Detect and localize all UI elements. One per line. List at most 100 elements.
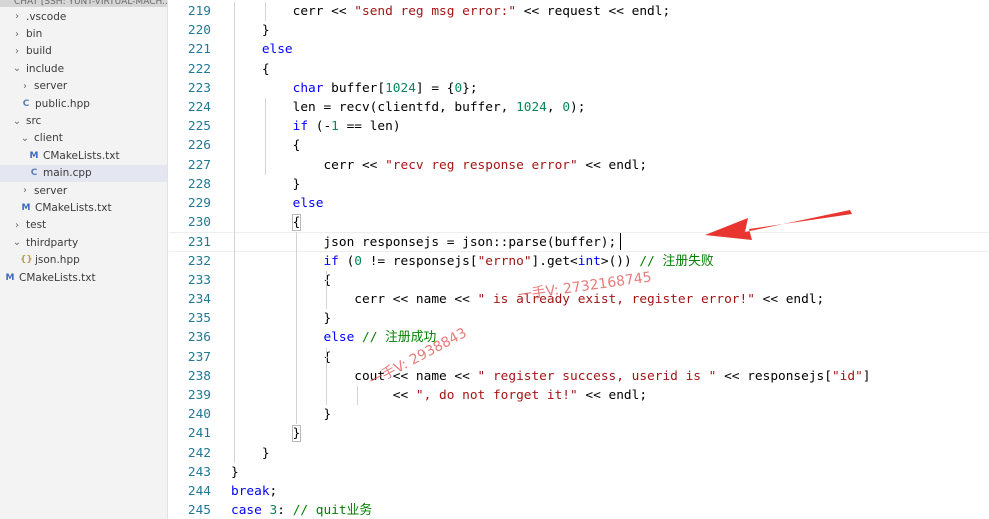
code-line[interactable]: 227 cerr << "recv reg response error" <<… [169, 156, 989, 175]
code-token: { [231, 215, 301, 231]
code-token: len = recv(clientfd, buffer, [231, 100, 517, 115]
code-token: } [231, 407, 332, 423]
tree-folder[interactable]: › server [0, 182, 167, 199]
line-number: 242 [187, 445, 211, 461]
code-token: 1024 [385, 80, 416, 96]
chevron-right-icon[interactable]: › [12, 220, 22, 231]
line-number: 234 [187, 292, 211, 307]
cmake-file-icon: M [21, 203, 31, 214]
tree-file[interactable]: M CMakeLists.txt [0, 199, 167, 216]
code-token: , [546, 100, 563, 115]
line-number: 235 [187, 311, 211, 327]
indent-guide [357, 386, 359, 406]
code-line[interactable]: 236 else // 注册成功 [169, 328, 989, 347]
line-number: 223 [187, 80, 211, 96]
line-number: 240 [187, 407, 211, 423]
code-line[interactable]: 238 cout << name << " register success, … [169, 367, 989, 386]
code-token: << endl; [754, 292, 825, 307]
code-token: } [231, 176, 301, 192]
code-text: } [231, 309, 331, 328]
tree-folder[interactable]: ⌄ thirdparty [0, 234, 167, 251]
code-line[interactable]: 226 { [169, 136, 989, 155]
line-number: 219 [187, 4, 211, 19]
code-token: if [231, 253, 339, 269]
chevron-right-icon[interactable]: › [20, 185, 30, 196]
tree-item-label: json.hpp [35, 254, 80, 267]
line-number: 220 [187, 23, 211, 39]
chevron-right-icon[interactable]: › [12, 29, 22, 40]
code-token: json responsejs = json::parse(buffer); [231, 235, 617, 251]
tree-folder[interactable]: ⌄ src [0, 112, 167, 129]
tree-item-label: build [26, 45, 52, 58]
code-token: { [231, 349, 332, 365]
tree-folder[interactable]: ⌄ include [0, 60, 167, 77]
code-line[interactable]: 228 } [169, 175, 989, 194]
tree-file[interactable]: Cmain.cpp [0, 164, 167, 182]
code-line[interactable]: 222 { [169, 60, 989, 79]
code-text: char buffer[1024] = {0}; [231, 79, 478, 98]
code-text: { [231, 348, 331, 367]
tree-file[interactable]: {} json.hpp [0, 252, 167, 269]
chevron-down-icon[interactable]: ⌄ [12, 237, 22, 248]
code-text: cerr << "recv reg response error" << end… [231, 156, 647, 175]
code-line[interactable]: 221 else [169, 40, 989, 59]
tree-item-label: main.cpp [43, 167, 92, 180]
chevron-right-icon[interactable]: › [12, 11, 22, 22]
tree-file[interactable]: M CMakeLists.txt [0, 147, 167, 164]
line-number: 228 [187, 176, 211, 192]
tree-item-label: client [34, 132, 63, 145]
tree-folder[interactable]: › build [0, 43, 167, 60]
code-line[interactable]: 242 } [169, 444, 989, 463]
tree-folder[interactable]: › .vscode [0, 8, 167, 25]
code-line[interactable]: 231 json responsejs = json::parse(buffer… [169, 232, 989, 252]
tree-folder[interactable]: › test [0, 217, 167, 234]
line-number: 237 [187, 349, 211, 365]
code-line[interactable]: 245 case 3: // quit业务 [169, 501, 989, 519]
line-number: 230 [187, 215, 211, 231]
code-text: } [231, 175, 301, 194]
code-token: // 注册失败 [639, 253, 714, 269]
code-token: ( [338, 253, 355, 269]
code-token: } [231, 23, 270, 39]
code-text: if (-1 == len) [231, 117, 401, 136]
chevron-down-icon[interactable]: ⌄ [12, 63, 22, 74]
chevron-right-icon[interactable]: › [20, 81, 30, 92]
chevron-down-icon[interactable]: ⌄ [12, 116, 22, 127]
code-line[interactable]: 237 { [169, 348, 989, 367]
tree-file[interactable]: Cpublic.hpp [0, 95, 167, 112]
code-editor[interactable]: 219 cerr << "send reg msg error:" << req… [169, 0, 989, 519]
tree-folder[interactable]: ⌄ client [0, 130, 167, 147]
code-text: len = recv(clientfd, buffer, 1024, 0); [231, 98, 586, 117]
code-line[interactable]: 244 break; [169, 482, 989, 501]
line-number: 238 [187, 368, 211, 384]
code-token: 0 [454, 80, 463, 96]
code-line[interactable]: 235 } [169, 309, 989, 328]
code-text: } [231, 424, 301, 443]
tree-file[interactable]: M CMakeLists.txt [0, 269, 167, 286]
code-token: 1 [331, 119, 339, 135]
code-line[interactable]: 239 << ", do not forget it!" << endl; [169, 386, 989, 405]
code-token: }; [462, 80, 478, 96]
code-line[interactable]: 229 else [169, 194, 989, 213]
code-line[interactable]: 232 if (0 != responsejs["errno"].get<int… [169, 252, 989, 271]
tree-item-label: include [26, 62, 65, 75]
json-file-icon: {} [20, 255, 33, 266]
code-line[interactable]: 243} [169, 463, 989, 482]
code-line[interactable]: 219 cerr << "send reg msg error:" << req… [169, 2, 989, 21]
code-text: else // 注册成功 [231, 328, 436, 347]
code-text: json responsejs = json::parse(buffer); [231, 233, 616, 252]
indent-guide [326, 347, 328, 406]
code-line[interactable]: 223 char buffer[1024] = {0}; [169, 79, 989, 98]
code-token: (- [308, 119, 332, 135]
code-line[interactable]: 220 } [169, 21, 989, 40]
code-line[interactable]: 224 len = recv(clientfd, buffer, 1024, 0… [169, 98, 989, 117]
chevron-right-icon[interactable]: › [12, 46, 22, 57]
explorer-header[interactable]: CHAT [SSH: YUNT-VIRTUAL-MACH... [0, 0, 167, 7]
code-token: "recv reg response error" [385, 157, 578, 173]
tree-folder[interactable]: › server [0, 78, 167, 95]
chevron-down-icon[interactable]: ⌄ [20, 133, 30, 144]
code-line[interactable]: 225 if (-1 == len) [169, 117, 989, 136]
code-line[interactable]: 240 } [169, 405, 989, 424]
tree-folder[interactable]: › bin [0, 25, 167, 42]
code-text: else [231, 194, 324, 213]
